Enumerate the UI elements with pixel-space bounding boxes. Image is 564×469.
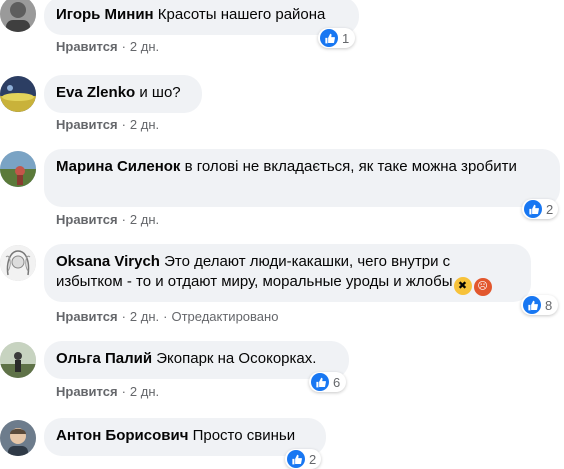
avatar[interactable] <box>0 420 36 456</box>
like-icon <box>311 373 329 391</box>
comment-text: в голові не вкладається, як таке можна з… <box>184 158 517 175</box>
like-link[interactable]: Нравится <box>56 212 118 227</box>
avatar[interactable] <box>0 0 36 32</box>
like-link[interactable]: Нравится <box>56 309 118 324</box>
comment-text: Красоты нашего района <box>157 6 326 23</box>
like-icon <box>287 450 305 468</box>
comment-bubble: Oksana Virych Это делают люди-какашки, ч… <box>44 244 531 302</box>
comment-author[interactable]: Oksana Virych <box>56 253 160 270</box>
edited-label[interactable]: Отредактировано <box>171 309 278 324</box>
reaction-count[interactable]: 2 <box>522 199 558 219</box>
comment-bubble: Eva Zlenko и шо? <box>44 75 202 113</box>
separator-dot: · <box>121 309 126 324</box>
reaction-count[interactable]: 8 <box>521 295 558 315</box>
comment-time[interactable]: 2 дн. <box>130 309 159 324</box>
comment-author[interactable]: Игорь Минин <box>56 6 154 23</box>
like-link[interactable]: Нравится <box>56 117 118 132</box>
comment-actions: Нравится · 2 дн. <box>56 384 159 400</box>
separator-dot: · <box>121 117 126 132</box>
separator-dot: · <box>163 309 168 324</box>
comment-author[interactable]: Антон Борисович <box>56 427 188 444</box>
comment-author[interactable]: Eva Zlenko <box>56 84 135 101</box>
tired-face-emoji: ✖ <box>453 277 472 295</box>
separator-dot: · <box>121 39 126 54</box>
comment-actions: Нравится · 2 дн. <box>56 212 159 228</box>
like-icon <box>523 296 541 314</box>
comment-time[interactable]: 2 дн. <box>130 384 159 399</box>
comment-author[interactable]: Ольга Палий <box>56 350 152 367</box>
comment-text: Просто свиньи <box>192 427 296 444</box>
reaction-number: 6 <box>333 374 341 390</box>
comment-actions: Нравится · 2 дн. · Отредактировано <box>56 309 278 325</box>
comment-actions: Нравится · 2 дн. <box>56 117 159 133</box>
comment-bubble: Антон Борисович Просто свиньи <box>44 418 326 456</box>
like-icon <box>320 29 338 47</box>
angry-face-emoji: ☹ <box>473 278 492 296</box>
comment-actions: Нравится · 2 дн. <box>56 39 159 55</box>
comment-author[interactable]: Марина Силенок <box>56 158 180 175</box>
comment-time[interactable]: 2 дн. <box>130 39 159 54</box>
comment-bubble: Марина Силенок в голові не вкладається, … <box>44 149 560 207</box>
comment-text: Экопарк на Осокорках. <box>156 350 317 367</box>
comment-text: и шо? <box>139 84 181 101</box>
reaction-number: 2 <box>546 201 554 217</box>
avatar[interactable] <box>0 342 36 378</box>
reaction-number: 1 <box>342 30 350 46</box>
reaction-number: 8 <box>545 297 553 313</box>
comment-bubble: Игорь Минин Красоты нашего района <box>44 0 359 35</box>
reaction-count[interactable]: 6 <box>309 372 346 392</box>
avatar[interactable] <box>0 76 36 112</box>
comment-bubble: Ольга Палий Экопарк на Осокорках. <box>44 341 349 379</box>
reaction-count[interactable]: 2 <box>285 449 321 469</box>
like-link[interactable]: Нравится <box>56 384 118 399</box>
avatar[interactable] <box>0 245 36 281</box>
comment-time[interactable]: 2 дн. <box>130 212 159 227</box>
separator-dot: · <box>121 212 126 227</box>
reaction-count[interactable]: 1 <box>318 28 355 48</box>
avatar[interactable] <box>0 151 36 187</box>
like-icon <box>524 200 542 218</box>
separator-dot: · <box>121 384 126 399</box>
like-link[interactable]: Нравится <box>56 39 118 54</box>
reaction-number: 2 <box>309 451 317 467</box>
comment-time[interactable]: 2 дн. <box>130 117 159 132</box>
